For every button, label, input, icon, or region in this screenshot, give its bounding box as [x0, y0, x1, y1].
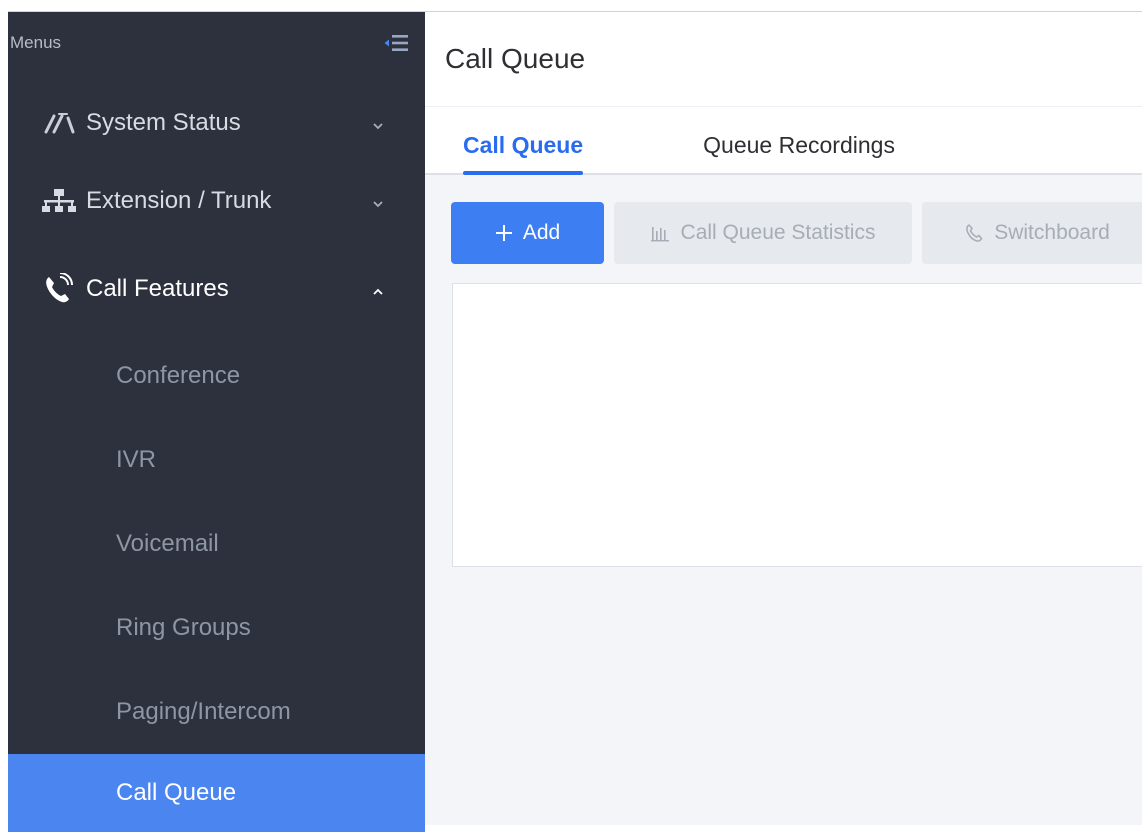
sidebar-item-ivr[interactable]: IVR	[8, 418, 425, 502]
sidebar-item-label: Ring Groups	[116, 614, 251, 641]
phone-ring-icon	[42, 273, 76, 304]
bar-chart-icon	[650, 224, 671, 242]
network-icon	[42, 186, 76, 216]
chevron-down-icon	[371, 196, 385, 208]
call-queue-statistics-button[interactable]: Call Queue Statistics	[614, 202, 912, 264]
sidebar-header: Menus	[8, 12, 425, 88]
tab-bar: Call Queue Queue Recordings	[425, 107, 1142, 175]
sidebar-item-label: Call Features	[86, 275, 229, 302]
tab-call-queue[interactable]: Call Queue	[463, 132, 584, 175]
page-title: Call Queue	[445, 43, 586, 74]
sidebar-item-ring-groups[interactable]: Ring Groups	[8, 586, 425, 670]
sidebar-item-label: Voicemail	[116, 530, 219, 557]
sidebar-item-system-status[interactable]: System Status	[8, 88, 425, 158]
sidebar-item-call-features[interactable]: Call Features	[8, 244, 425, 334]
switchboard-label: Switchboard	[994, 221, 1110, 244]
collapse-menu-icon[interactable]	[383, 33, 409, 53]
sidebar-item-call-queue[interactable]: Call Queue	[8, 754, 425, 832]
chevron-up-icon	[371, 284, 385, 295]
sidebar-item-paging-intercom[interactable]: Paging/Intercom	[8, 670, 425, 754]
sidebar-item-label: Conference	[116, 362, 241, 389]
toolbar: Add Call Queue Statistics Switchboard	[451, 202, 1142, 264]
menus-label: Menus	[10, 33, 62, 52]
sidebar-item-label: System Status	[86, 109, 241, 136]
phone-icon	[964, 223, 984, 243]
main-content: Call Queue Call Queue Queue Recordings A…	[425, 12, 1142, 825]
gauge-icon	[42, 108, 76, 138]
sidebar-item-label: Extension / Trunk	[86, 187, 272, 214]
call-queue-statistics-label: Call Queue Statistics	[680, 221, 876, 244]
sidebar: Menus System Status Extension / Trunk Ca…	[8, 12, 425, 832]
add-button[interactable]: Add	[451, 202, 604, 264]
sidebar-item-extension-trunk[interactable]: Extension / Trunk	[8, 158, 425, 244]
sidebar-item-label: Paging/Intercom	[116, 698, 291, 725]
call-queue-table-panel	[452, 283, 1142, 567]
switchboard-button[interactable]: Switchboard	[922, 202, 1142, 264]
tab-queue-recordings[interactable]: Queue Recordings	[703, 132, 895, 173]
app-frame: Menus System Status Extension / Trunk Ca…	[8, 11, 1142, 832]
chevron-down-icon	[371, 118, 385, 130]
page-header: Call Queue	[425, 12, 1142, 107]
add-button-label: Add	[522, 221, 561, 244]
sidebar-item-conference[interactable]: Conference	[8, 334, 425, 418]
sidebar-item-label: IVR	[116, 446, 157, 473]
sidebar-item-voicemail[interactable]: Voicemail	[8, 502, 425, 586]
plus-icon	[495, 224, 513, 242]
sidebar-item-label: Call Queue	[116, 779, 237, 806]
